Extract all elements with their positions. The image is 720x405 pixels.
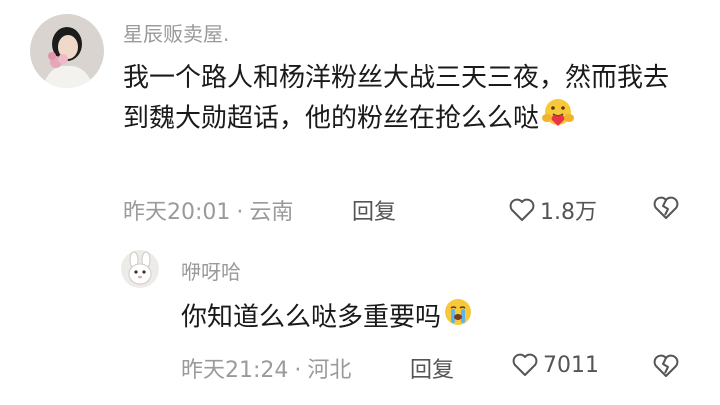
heart-icon <box>512 353 538 376</box>
broken-heart-icon <box>653 354 679 377</box>
heart-icon <box>509 198 535 221</box>
avatar[interactable] <box>30 14 104 88</box>
hugging-face-emoji-icon <box>541 98 575 140</box>
dislike-button[interactable] <box>652 353 680 383</box>
comment-meta: 昨天20:01 · 云南 <box>123 194 293 226</box>
location: 河北 <box>307 358 352 383</box>
comment-text-content: 你知道么么哒多重要吗 <box>181 302 442 333</box>
broken-heart-icon <box>653 196 679 219</box>
timestamp: 昨天21:24 <box>181 358 289 383</box>
like-button[interactable]: 7011 <box>511 352 599 378</box>
dislike-button[interactable] <box>652 195 680 225</box>
location: 云南 <box>249 200 294 225</box>
like-count: 7011 <box>543 352 599 378</box>
separator-dot: · <box>236 200 244 225</box>
separator-dot: · <box>294 358 302 383</box>
reply-button[interactable]: 回复 <box>410 352 454 384</box>
comment-text: 我一个路人和杨洋粉丝大战三天三夜，然而我去到魏大勋超话，他的粉丝在抢么么哒 <box>123 58 683 140</box>
timestamp: 昨天20:01 <box>123 200 231 225</box>
comment-meta: 昨天21:24 · 河北 <box>181 352 351 384</box>
reply-button[interactable]: 回复 <box>352 194 396 226</box>
username[interactable]: 星辰贩卖屋. <box>123 18 229 47</box>
comment-text: 你知道么么哒多重要吗 <box>181 297 661 339</box>
like-count: 1.8万 <box>540 200 597 225</box>
like-button[interactable]: 1.8万 <box>508 194 597 226</box>
username[interactable]: 咿呀哈 <box>181 256 241 285</box>
comment-text-content: 我一个路人和杨洋粉丝大战三天三夜，然而我去到魏大勋超话，他的粉丝在抢么么哒 <box>123 63 670 134</box>
crying-face-emoji-icon <box>443 297 473 339</box>
avatar[interactable] <box>121 250 159 288</box>
